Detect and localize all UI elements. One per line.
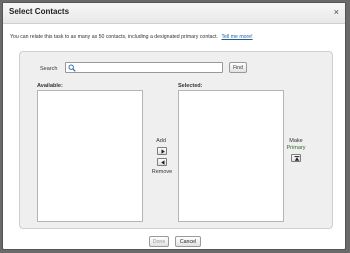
dialog-title: Select Contacts — [9, 7, 70, 16]
done-button[interactable]: Done — [149, 236, 169, 247]
search-icon — [68, 64, 76, 72]
tell-me-more-link[interactable]: Tell me more! — [221, 34, 252, 40]
make-primary-button[interactable] — [291, 154, 301, 162]
available-listbox[interactable] — [37, 90, 143, 222]
remove-label: Remove — [151, 169, 173, 175]
available-label: Available: — [37, 83, 63, 89]
contacts-panel: Search Find Available: Add Remove Select… — [19, 51, 333, 229]
close-button[interactable]: × — [334, 6, 339, 18]
arrow-right-icon — [161, 149, 165, 154]
intro-text: You can relate this task to as many as 5… — [10, 34, 219, 40]
dialog-titlebar: Select Contacts × — [3, 3, 345, 24]
select-contacts-dialog: Select Contacts × You can relate this ta… — [2, 2, 346, 250]
make-label: Make — [289, 138, 303, 144]
add-label: Add — [156, 138, 166, 144]
arrow-left-icon — [161, 160, 165, 165]
find-button[interactable]: Find — [229, 62, 247, 73]
move-top-icon — [294, 156, 300, 161]
intro-text-row: You can relate this task to as many as 5… — [10, 34, 253, 40]
primary-label: Primary — [286, 145, 306, 151]
search-input[interactable] — [65, 62, 223, 73]
cancel-button[interactable]: Cancel — [175, 236, 201, 247]
search-label: Search — [40, 66, 58, 72]
selected-label: Selected: — [178, 83, 203, 89]
add-button[interactable] — [157, 147, 167, 155]
selected-listbox[interactable] — [178, 90, 284, 222]
remove-button[interactable] — [157, 158, 167, 166]
